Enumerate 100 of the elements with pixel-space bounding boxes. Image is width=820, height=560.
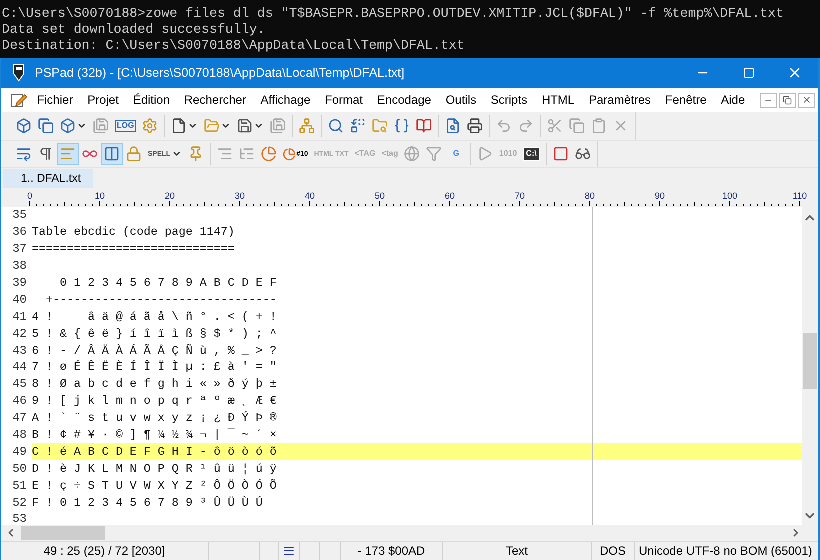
copy-icon <box>569 118 586 134</box>
save-all-icon <box>270 118 286 134</box>
line-number: 45 <box>12 377 28 392</box>
folder-icon <box>204 118 220 134</box>
line-number: 46 <box>12 394 28 408</box>
lock-icon <box>126 146 142 162</box>
menu-item[interactable]: Paramètres <box>582 93 658 107</box>
clipboard-icon <box>591 118 608 134</box>
undo-icon <box>496 118 512 134</box>
pie-chart-icon <box>282 148 296 160</box>
lines-icon <box>60 146 76 162</box>
redo-icon <box>518 118 534 134</box>
replace-icon <box>350 118 366 134</box>
file-icon <box>171 118 188 134</box>
line-number: 49 <box>12 444 28 459</box>
line-number: 39 <box>12 276 28 290</box>
restore-icon <box>783 96 792 104</box>
menu-item[interactable]: Projet <box>80 93 126 107</box>
ruler-label: 80 <box>585 191 595 201</box>
terminal-line: Destination: C:\Users\S0070188\AppData\Local\Temp\DFAL.txt <box>2 38 466 54</box>
line-number: 53 <box>12 512 28 525</box>
restore-button[interactable] <box>779 92 796 108</box>
menu-item[interactable]: Outils <box>438 93 484 107</box>
pin-icon <box>188 146 204 162</box>
edit-mode: Text <box>443 542 592 560</box>
window-title: PSPad (32b) - [C:\Users\S0070188\AppData\Local\Temp\DFAL.txt] <box>35 66 406 80</box>
filter-icon <box>426 146 442 162</box>
dropdown-caret-icon <box>254 121 264 131</box>
code-line: 7 ! ø É Ê Ë È Í Î Ï Ì µ : £ à ' = " <box>32 359 278 376</box>
braces-icon <box>394 118 410 134</box>
menu-item[interactable]: HTML <box>534 93 582 107</box>
dropdown-caret-icon <box>188 121 198 131</box>
menu-item[interactable]: Scripts <box>484 93 535 107</box>
line-number: 48 <box>12 428 28 442</box>
play-icon <box>477 146 494 162</box>
horizontal-scrollbar[interactable] <box>1 525 818 541</box>
app-pen-icon <box>11 64 27 82</box>
menu-item[interactable]: Rechercher <box>177 93 254 107</box>
ruler-label: 90 <box>655 191 665 201</box>
list-tree-icon <box>238 146 255 162</box>
menu-item[interactable]: Fichier <box>30 93 80 107</box>
line-number: 50 <box>12 462 28 476</box>
ruler-label: 0 <box>28 191 32 201</box>
toolbar-button[interactable]: LOG <box>112 115 140 137</box>
scrollbar-thumb[interactable] <box>803 333 817 389</box>
toolbar-button[interactable]: C:\ <box>520 143 543 165</box>
code-line: 0 1 2 3 4 5 6 7 8 9 A B C D E F <box>58 275 278 292</box>
line-number: 47 <box>12 411 28 426</box>
search-icon <box>328 118 344 134</box>
scrollbar-thumb[interactable] <box>21 526 105 540</box>
menu-item[interactable]: Aide <box>714 93 752 107</box>
line-number: 40 <box>12 292 28 307</box>
line-number: 44 <box>12 360 28 374</box>
ruler-label: 60 <box>445 191 455 201</box>
line-number: 36 <box>12 225 28 240</box>
code-line: 5 ! & { ê ë } í î ï ì ß § $ * ) ; ^ <box>32 326 278 342</box>
save-all-icon <box>93 118 109 134</box>
dropdown-caret-icon <box>77 121 87 131</box>
code-line: 6 ! - / Â Ä À Á Ã Å Ç Ñ ù , % _ > ? <box>32 342 278 360</box>
menu-item[interactable]: Encodage <box>370 93 439 107</box>
encoding: Unicode UTF-8 no BOM (65001) <box>638 543 814 560</box>
pilcrow-icon <box>38 146 54 162</box>
code-line: A ! ` ¨ s t u v w x y z ¡ ¿ Ð Ý Þ ® <box>32 410 278 427</box>
menu-item[interactable]: Fenêtre <box>658 93 714 107</box>
indent-icon <box>216 146 233 162</box>
code-line: +-------------------------------- <box>44 292 278 308</box>
save-icon <box>237 118 254 134</box>
dropdown-caret-icon <box>221 121 232 131</box>
menu-item[interactable]: Format <box>318 93 370 107</box>
cube-icon <box>60 118 76 134</box>
ruler-label: 110 <box>792 191 808 201</box>
line-number: 41 <box>12 310 28 324</box>
code-line: 8 ! Ø a b c d e f g h i « » ð ý þ ± <box>32 376 278 393</box>
lines-icon <box>283 545 295 557</box>
line-number: 35 <box>12 208 28 222</box>
book-icon <box>416 118 432 134</box>
menu-item[interactable]: Édition <box>126 93 178 107</box>
globe-icon <box>404 146 420 162</box>
terminal-line: Data set downloaded successfully. <box>2 22 266 38</box>
code-line: E ! ç ÷ S T U V W X Y Z ² Ô Ö Ò Ó Õ <box>32 478 278 494</box>
edit-pencil-icon <box>11 92 27 108</box>
glasses-icon <box>574 146 591 162</box>
code-line: 9 ! [ j k l m n o p q r ª º æ ¸ Æ € <box>32 393 278 410</box>
settings-icon <box>142 118 158 134</box>
toolbar-button[interactable] <box>101 143 123 165</box>
ruler-label: 30 <box>235 191 245 201</box>
ruler-label: 100 <box>722 191 738 201</box>
maximize-icon <box>743 67 755 79</box>
dropdown-caret-icon <box>172 149 182 159</box>
code-line: 4 ! â ä @ á ã å \ ñ ° . < ( + ! <box>32 308 278 326</box>
stop-icon <box>552 146 569 162</box>
line-ending: DOS <box>592 542 635 560</box>
menu-item[interactable]: Affichage <box>254 93 318 107</box>
wrap-text-icon <box>16 146 32 162</box>
cursor-position: 49 : 25 (25) / 72 [2030] <box>1 542 209 560</box>
copy-icon <box>38 118 54 134</box>
file-tab[interactable]: 1.. DFAL.txt <box>3 169 94 188</box>
cube-icon <box>16 118 32 134</box>
ruler-label: 10 <box>95 191 105 201</box>
line-number: 37 <box>12 242 28 256</box>
